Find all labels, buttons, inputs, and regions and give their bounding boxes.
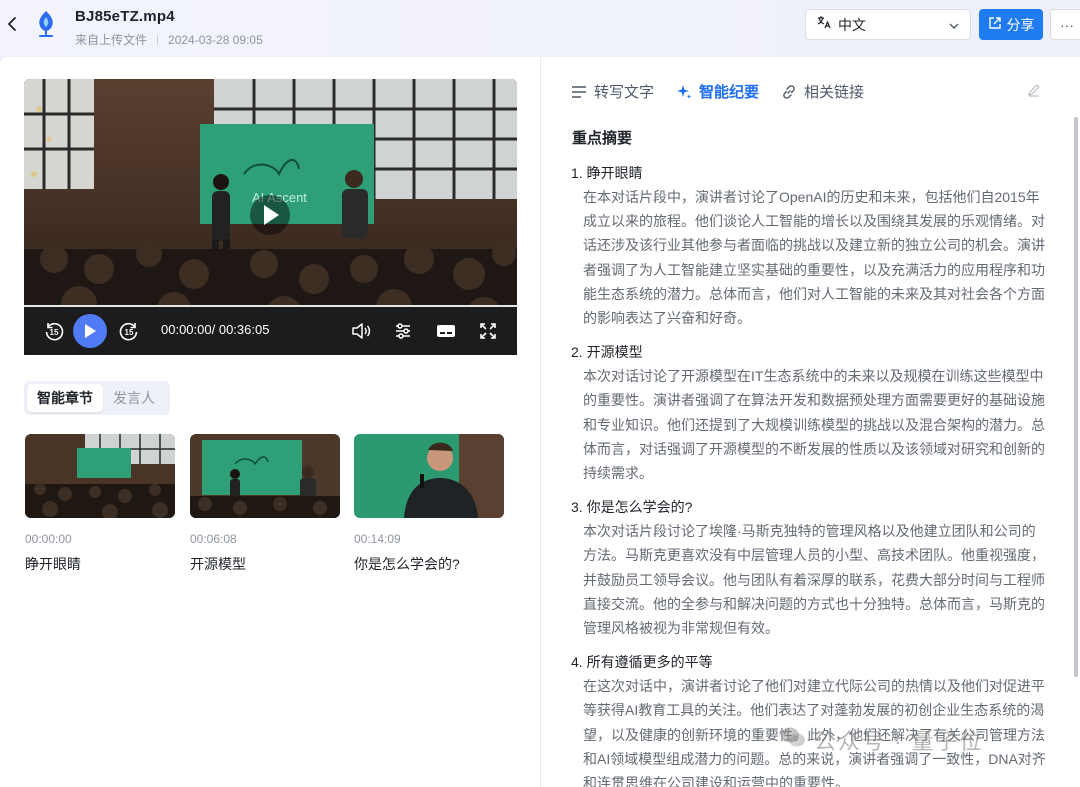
tab-related-links[interactable]: 相关链接 xyxy=(781,81,864,102)
wechat-icon xyxy=(780,726,806,754)
summary-heading: 3. 你是怎么学会的? xyxy=(571,495,1049,519)
file-date: 2024-03-28 09:05 xyxy=(168,33,263,47)
chapter-thumbnail xyxy=(354,434,504,518)
time-current: 00:00:00 xyxy=(161,322,212,337)
time-total: / 00:36:05 xyxy=(212,322,270,337)
tab-smart-summary[interactable]: 智能纪要 xyxy=(676,81,759,102)
app-logo-icon xyxy=(34,9,58,39)
chapter-time: 00:14:09 xyxy=(354,532,504,546)
share-icon xyxy=(988,16,1002,33)
subtitles-icon[interactable] xyxy=(434,319,458,343)
chapter-card-1[interactable]: 00:00:00 睁开眼睛 xyxy=(25,434,175,574)
svg-text:15: 15 xyxy=(125,328,134,337)
chapter-thumbnail xyxy=(190,434,340,518)
chapter-title: 你是怎么学会的? xyxy=(354,554,504,574)
translate-icon xyxy=(816,14,832,35)
summary-tab-bar: 转写文字 智能纪要 相关链接 xyxy=(571,81,886,102)
video-controls: 15 15 00:00:00/ 00:36:05 xyxy=(24,307,517,355)
watermark: 公众号 · 量子位 xyxy=(780,724,984,756)
summary-scrollbar[interactable] xyxy=(1074,117,1078,677)
left-panel: AI Ascent xyxy=(0,57,540,787)
tab-speakers[interactable]: 发言人 xyxy=(103,384,165,412)
language-value: 中文 xyxy=(838,15,866,35)
list-icon xyxy=(571,85,587,99)
meta-divider xyxy=(157,35,158,45)
edit-pencil-icon[interactable] xyxy=(1027,83,1041,102)
chapter-title: 开源模型 xyxy=(190,554,340,574)
summary-heading: 4. 所有遵循更多的平等 xyxy=(571,650,1049,674)
summary-item: 1. 睁开眼睛 在本对话片段中，演讲者讨论了OpenAI的历史和未来，包括他们自… xyxy=(571,161,1049,330)
chapter-title: 睁开眼睛 xyxy=(25,554,175,574)
tab-label: 智能纪要 xyxy=(699,81,759,102)
share-button[interactable]: 分享 xyxy=(979,9,1043,40)
summary-body: 在本对话片段中，演讲者讨论了OpenAI的历史和未来，包括他们自2015年成立以… xyxy=(583,185,1049,330)
svg-text:15: 15 xyxy=(50,328,59,337)
chevron-down-icon xyxy=(948,19,960,37)
summary-section-title: 重点摘要 xyxy=(572,127,632,148)
file-meta: 来自上传文件 2024-03-28 09:05 xyxy=(75,31,263,48)
more-button[interactable]: ··· xyxy=(1050,9,1080,40)
tab-label: 转写文字 xyxy=(594,81,654,102)
tab-smart-chapters[interactable]: 智能章节 xyxy=(27,384,103,412)
forward-15-icon[interactable]: 15 xyxy=(117,319,141,343)
chapter-time: 00:06:08 xyxy=(190,532,340,546)
summary-list: 1. 睁开眼睛 在本对话片段中，演讲者讨论了OpenAI的历史和未来，包括他们自… xyxy=(571,161,1049,787)
chapter-card-2[interactable]: 00:06:08 开源模型 xyxy=(190,434,340,574)
back-chevron-icon[interactable] xyxy=(4,13,20,35)
share-label: 分享 xyxy=(1007,15,1035,35)
chapter-card-3[interactable]: 00:14:09 你是怎么学会的? xyxy=(354,434,504,574)
right-panel: 转写文字 智能纪要 相关链接 重点摘要 xyxy=(541,57,1080,787)
sparkle-icon xyxy=(676,84,692,100)
volume-icon[interactable] xyxy=(349,319,373,343)
summary-body: 本次对话讨论了开源模型在IT生态系统中的未来以及规模在训练这些模型中的重要性。演… xyxy=(583,364,1049,485)
summary-item: 2. 开源模型 本次对话讨论了开源模型在IT生态系统中的未来以及规模在训练这些模… xyxy=(571,340,1049,485)
summary-item: 4. 所有遵循更多的平等 在这次对话中，演讲者讨论了他们对建立代际公司的热情以及… xyxy=(571,650,1049,787)
chapter-tab-group: 智能章节 发言人 xyxy=(24,381,170,415)
settings-sliders-icon[interactable] xyxy=(391,319,415,343)
rewind-15-icon[interactable]: 15 xyxy=(42,319,66,343)
language-select[interactable]: 中文 xyxy=(805,9,971,40)
tab-label: 相关链接 xyxy=(804,81,864,102)
file-title: BJ85eTZ.mp4 xyxy=(75,8,175,25)
play-icon xyxy=(83,323,97,339)
chapter-time: 00:00:00 xyxy=(25,532,175,546)
fullscreen-icon[interactable] xyxy=(476,319,500,343)
chapter-thumbnail xyxy=(25,434,175,518)
file-source: 来自上传文件 xyxy=(75,31,147,48)
watermark-text: 公众号 · 量子位 xyxy=(814,724,984,756)
summary-heading: 1. 睁开眼睛 xyxy=(571,161,1049,185)
top-bar: BJ85eTZ.mp4 来自上传文件 2024-03-28 09:05 中文 分… xyxy=(0,0,1080,56)
link-icon xyxy=(781,84,797,100)
time-readout: 00:00:00/ 00:36:05 xyxy=(161,322,269,337)
summary-heading: 2. 开源模型 xyxy=(571,340,1049,364)
play-button[interactable] xyxy=(73,314,107,348)
summary-body: 本次对话片段讨论了埃隆·马斯克独特的管理风格以及他建立团队和公司的方法。马斯克更… xyxy=(583,519,1049,640)
summary-item: 3. 你是怎么学会的? 本次对话片段讨论了埃隆·马斯克独特的管理风格以及他建立团… xyxy=(571,495,1049,640)
tab-transcript[interactable]: 转写文字 xyxy=(571,81,654,102)
